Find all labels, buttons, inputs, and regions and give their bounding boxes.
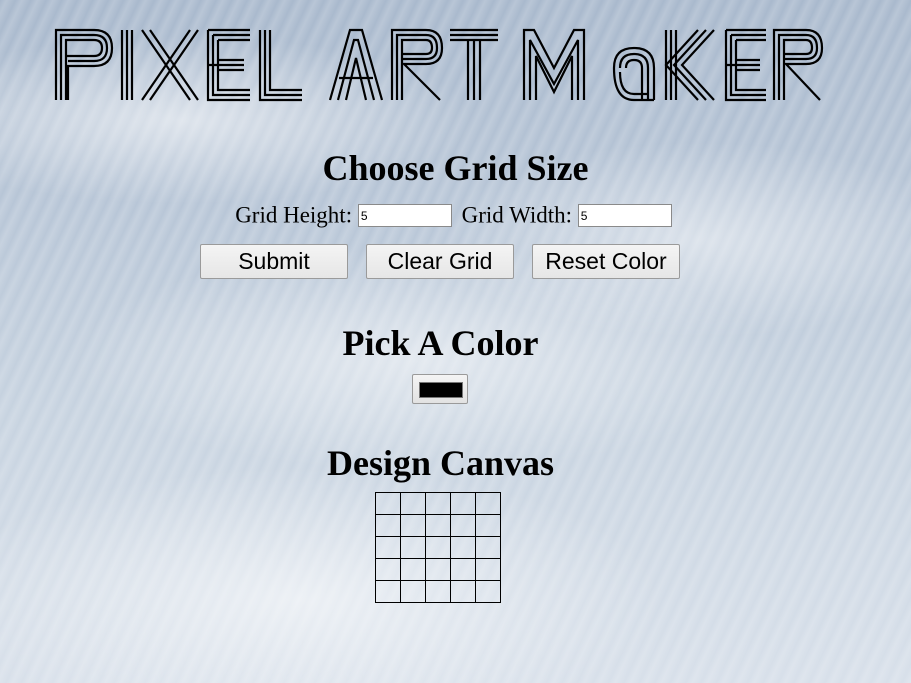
canvas-cell[interactable] xyxy=(475,536,501,559)
clear-grid-button[interactable]: Clear Grid xyxy=(366,244,514,279)
canvas-cell[interactable] xyxy=(450,580,476,603)
color-picker[interactable] xyxy=(412,374,468,404)
canvas-row xyxy=(375,536,501,559)
canvas-cell[interactable] xyxy=(425,536,451,559)
grid-width-input[interactable] xyxy=(577,204,672,228)
canvas-row xyxy=(375,514,501,537)
canvas-cell[interactable] xyxy=(375,558,401,581)
canvas-row xyxy=(375,492,501,515)
canvas-cell[interactable] xyxy=(375,492,401,515)
canvas-cell[interactable] xyxy=(375,536,401,559)
canvas-cell[interactable] xyxy=(475,514,501,537)
canvas-cell[interactable] xyxy=(400,580,426,603)
pick-a-color-heading: Pick A Color xyxy=(342,323,539,363)
color-swatch xyxy=(419,382,463,398)
canvas-cell[interactable] xyxy=(450,558,476,581)
design-canvas-heading: Design Canvas xyxy=(326,443,555,483)
grid-width-label: Grid Width: xyxy=(461,202,573,228)
canvas-cell[interactable] xyxy=(475,492,501,515)
canvas-cell[interactable] xyxy=(475,580,501,603)
grid-size-form: Grid Height: Grid Width: xyxy=(0,199,911,229)
canvas-row xyxy=(375,580,501,603)
canvas-cell[interactable] xyxy=(400,492,426,515)
choose-grid-size-heading: Choose Grid Size xyxy=(322,148,589,188)
reset-color-button[interactable]: Reset Color xyxy=(532,244,680,279)
canvas-cell[interactable] xyxy=(425,580,451,603)
canvas-cell[interactable] xyxy=(475,558,501,581)
canvas-cell[interactable] xyxy=(450,492,476,515)
pixel-canvas[interactable] xyxy=(375,492,501,603)
canvas-cell[interactable] xyxy=(450,536,476,559)
canvas-cell[interactable] xyxy=(400,536,426,559)
canvas-cell[interactable] xyxy=(400,514,426,537)
canvas-cell[interactable] xyxy=(425,492,451,515)
canvas-row xyxy=(375,558,501,581)
grid-height-label: Grid Height: xyxy=(235,202,353,228)
canvas-cell[interactable] xyxy=(375,580,401,603)
canvas-cell[interactable] xyxy=(400,558,426,581)
submit-button[interactable]: Submit xyxy=(200,244,348,279)
canvas-cell[interactable] xyxy=(375,514,401,537)
app-logo xyxy=(54,28,824,102)
grid-height-input[interactable] xyxy=(357,204,452,228)
canvas-cell[interactable] xyxy=(425,514,451,537)
canvas-cell[interactable] xyxy=(450,514,476,537)
canvas-cell[interactable] xyxy=(425,558,451,581)
